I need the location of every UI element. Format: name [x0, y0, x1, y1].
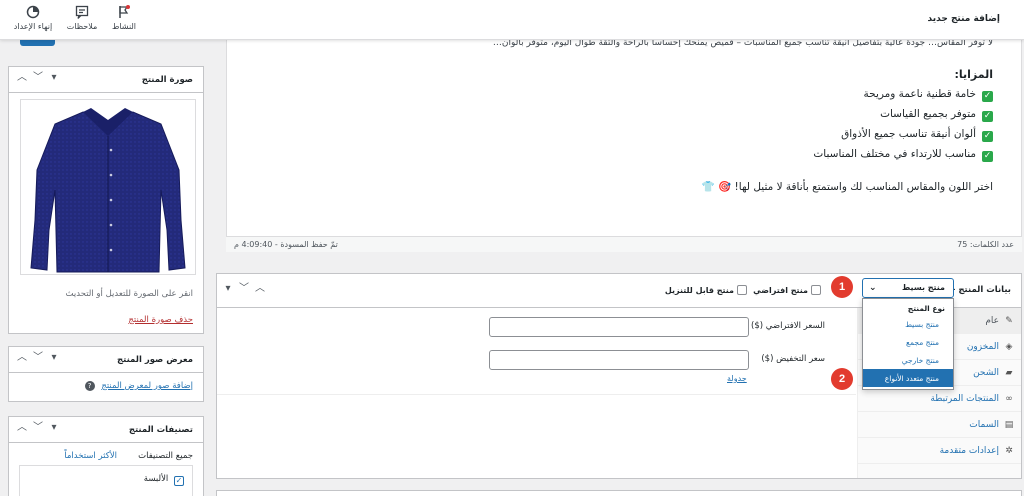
panel-controls: ︿ ﹀ ▾ [17, 73, 59, 83]
annotation-badge-1: 1 [831, 276, 853, 298]
category-label: الألبسة [143, 474, 169, 484]
checkmark-icon: ✓ [982, 91, 993, 102]
image-hint: انقر على الصورة للتعديل أو التحديث [65, 289, 193, 299]
regular-price-input[interactable] [489, 317, 749, 337]
gallery-add-row: إضافة صور لمعرض المنتج ? [84, 381, 193, 391]
tab-popular-categories[interactable]: الأكثر استخداماً [64, 451, 117, 461]
category-list: ✓ الألبسة [19, 465, 193, 496]
feature-item: ✓خامة قطنية ناعمة ومريحة [863, 88, 993, 102]
product-type-dropdown: نوع المنتج منتج بسيط منتج مجمع منتج خارج… [862, 298, 954, 390]
downloadable-checkbox[interactable] [737, 285, 747, 295]
collapse-toggle-icon[interactable]: ▾ [49, 353, 59, 363]
schedule-link[interactable]: جدولة [727, 374, 747, 383]
product-image[interactable] [20, 99, 196, 275]
tab-advanced[interactable]: ✲ إعدادات متقدمة [858, 438, 1021, 464]
top-bar: إضافة منتج جديد النشاط ملاحظات إنهاء الإ… [0, 0, 1024, 40]
virtual-label: منتج افتراضي [753, 286, 808, 295]
chevron-up-icon[interactable]: ︿ [17, 353, 27, 363]
panel-controls: ︿ ﹀ ▾ [17, 353, 59, 363]
wrench-icon: ✎ [1005, 316, 1013, 326]
gallery-panel: معرض صور المنتج ︿ ﹀ ▾ إضافة صور لمعرض ال… [8, 346, 204, 402]
truck-icon: ▰ [1005, 368, 1013, 378]
features-heading: المزايا: [954, 68, 993, 81]
feature-item: ✓ألوان أنيقة تناسب جميع الأذواق [841, 128, 993, 142]
panel-controls: ▾ ﹀ ︿ [223, 284, 265, 294]
page-title: إضافة منتج جديد [927, 14, 1000, 24]
regular-price-label: السعر الافتراضي ($) [751, 321, 825, 331]
editor-status-bar: عدد الكلمات: 75 تمّ حفظ المسودة - 4:09:4… [226, 236, 1022, 252]
chevron-down-icon[interactable]: ﹀ [33, 73, 43, 83]
dropdown-group-label: نوع المنتج [907, 304, 945, 313]
virtual-checkbox-row[interactable]: منتج افتراضي [753, 285, 821, 295]
chevron-up-icon[interactable]: ︿ [17, 423, 27, 433]
activity-button[interactable]: النشاط [104, 5, 144, 31]
chevron-down-icon: ⌄ [869, 283, 877, 293]
shirt-image [30, 108, 186, 273]
panel-title: تصنيفات المنتج [128, 425, 193, 435]
tab-all-categories[interactable]: جميع التصنيفات [138, 451, 193, 461]
checkmark-icon: ✓ [982, 151, 993, 162]
categories-panel: تصنيفات المنتج ︿ ﹀ ▾ جميع التصنيفات الأك… [8, 416, 204, 496]
word-count: عدد الكلمات: 75 [957, 240, 1014, 249]
divider [217, 394, 856, 395]
option-grouped-product[interactable]: منتج مجمع [863, 333, 953, 351]
panel-title: معرض صور المنتج [116, 355, 193, 365]
checkmark-icon: ✓ [982, 131, 993, 142]
product-type-select[interactable]: منتج بسيط ⌄ [862, 278, 954, 298]
annotation-badge-2: 2 [831, 368, 853, 390]
category-item[interactable]: ✓ الألبسة [144, 474, 184, 486]
content-editor[interactable]: لا توفر المقاس… جودة عالية بتفاصيل أنيقة… [226, 38, 1022, 252]
tag-icon: ◈ [1005, 342, 1013, 352]
panel-header: معرض صور المنتج ︿ ﹀ ▾ [9, 347, 203, 373]
finish-setup-button[interactable]: إنهاء الإعداد [8, 5, 58, 31]
finish-setup-label: إنهاء الإعداد [13, 22, 53, 31]
collapse-toggle-icon[interactable]: ▾ [223, 284, 233, 294]
downloadable-checkbox-row[interactable]: منتج قابل للتنزيل [665, 285, 747, 295]
panel-title: صورة المنتج [141, 75, 193, 85]
option-variable-product[interactable]: منتج متعدد الأنواع [863, 369, 953, 387]
chevron-down-icon[interactable]: ﹀ [239, 284, 249, 294]
help-icon[interactable]: ? [84, 381, 95, 391]
closing-line: اختر اللون والمقاس المناسب لك واستمتع بأ… [701, 181, 993, 193]
downloadable-label: منتج قابل للتنزيل [664, 286, 734, 295]
add-gallery-images-link[interactable]: إضافة صور لمعرض المنتج [101, 381, 193, 391]
notes-button[interactable]: ملاحظات [62, 5, 102, 31]
list-icon: ▤ [1004, 420, 1014, 430]
option-simple-product[interactable]: منتج بسيط [863, 315, 953, 333]
feature-item: ✓مناسب للارتداء في مختلف المناسبات [813, 148, 993, 162]
feature-item: ✓متوفر بجميع القياسات [880, 108, 993, 122]
panel-header: صورة المنتج ︿ ﹀ ▾ [9, 67, 203, 93]
chevron-down-icon[interactable]: ﹀ [33, 423, 43, 433]
panel-header: تصنيفات المنتج ︿ ﹀ ▾ [9, 417, 203, 443]
product-type-value: منتج بسيط [901, 283, 945, 292]
link-icon: ∞ [1005, 394, 1013, 404]
product-image-panel: صورة المنتج ︿ ﹀ ▾ انقر على الصورة للتعدي… [8, 66, 204, 334]
chevron-down-icon[interactable]: ﹀ [33, 353, 43, 363]
chevron-up-icon[interactable]: ︿ [255, 284, 265, 294]
collapse-toggle-icon[interactable]: ▾ [49, 423, 59, 433]
remove-image-link[interactable]: حذف صورة المنتج [128, 315, 193, 325]
sale-price-input[interactable] [489, 350, 749, 370]
sale-price-label: سعر التخفيض ($) [761, 354, 825, 364]
publish-button-partial[interactable] [20, 40, 55, 46]
checkmark-icon: ✓ [982, 111, 993, 122]
product-data-title: بيانات المنتج — [946, 285, 1011, 295]
collapse-toggle-icon[interactable]: ▾ [49, 73, 59, 83]
draft-saved-status: تمّ حفظ المسودة - 4:09:40 م [234, 240, 338, 249]
chevron-up-icon[interactable]: ︿ [17, 73, 27, 83]
panel-controls: ︿ ﹀ ▾ [17, 423, 59, 433]
progress-icon [26, 5, 40, 19]
activity-label: النشاط [111, 22, 137, 31]
next-panel-edge [216, 490, 1022, 496]
notes-label: ملاحظات [66, 22, 98, 31]
flag-icon [119, 5, 130, 18]
gear-icon: ✲ [1005, 446, 1013, 456]
checkbox-checked-icon[interactable]: ✓ [174, 476, 184, 486]
virtual-checkbox[interactable] [811, 285, 821, 295]
tab-attributes[interactable]: ▤ السمات [858, 412, 1021, 438]
option-external-product[interactable]: منتج خارجي [863, 351, 953, 369]
notes-icon [75, 5, 89, 19]
